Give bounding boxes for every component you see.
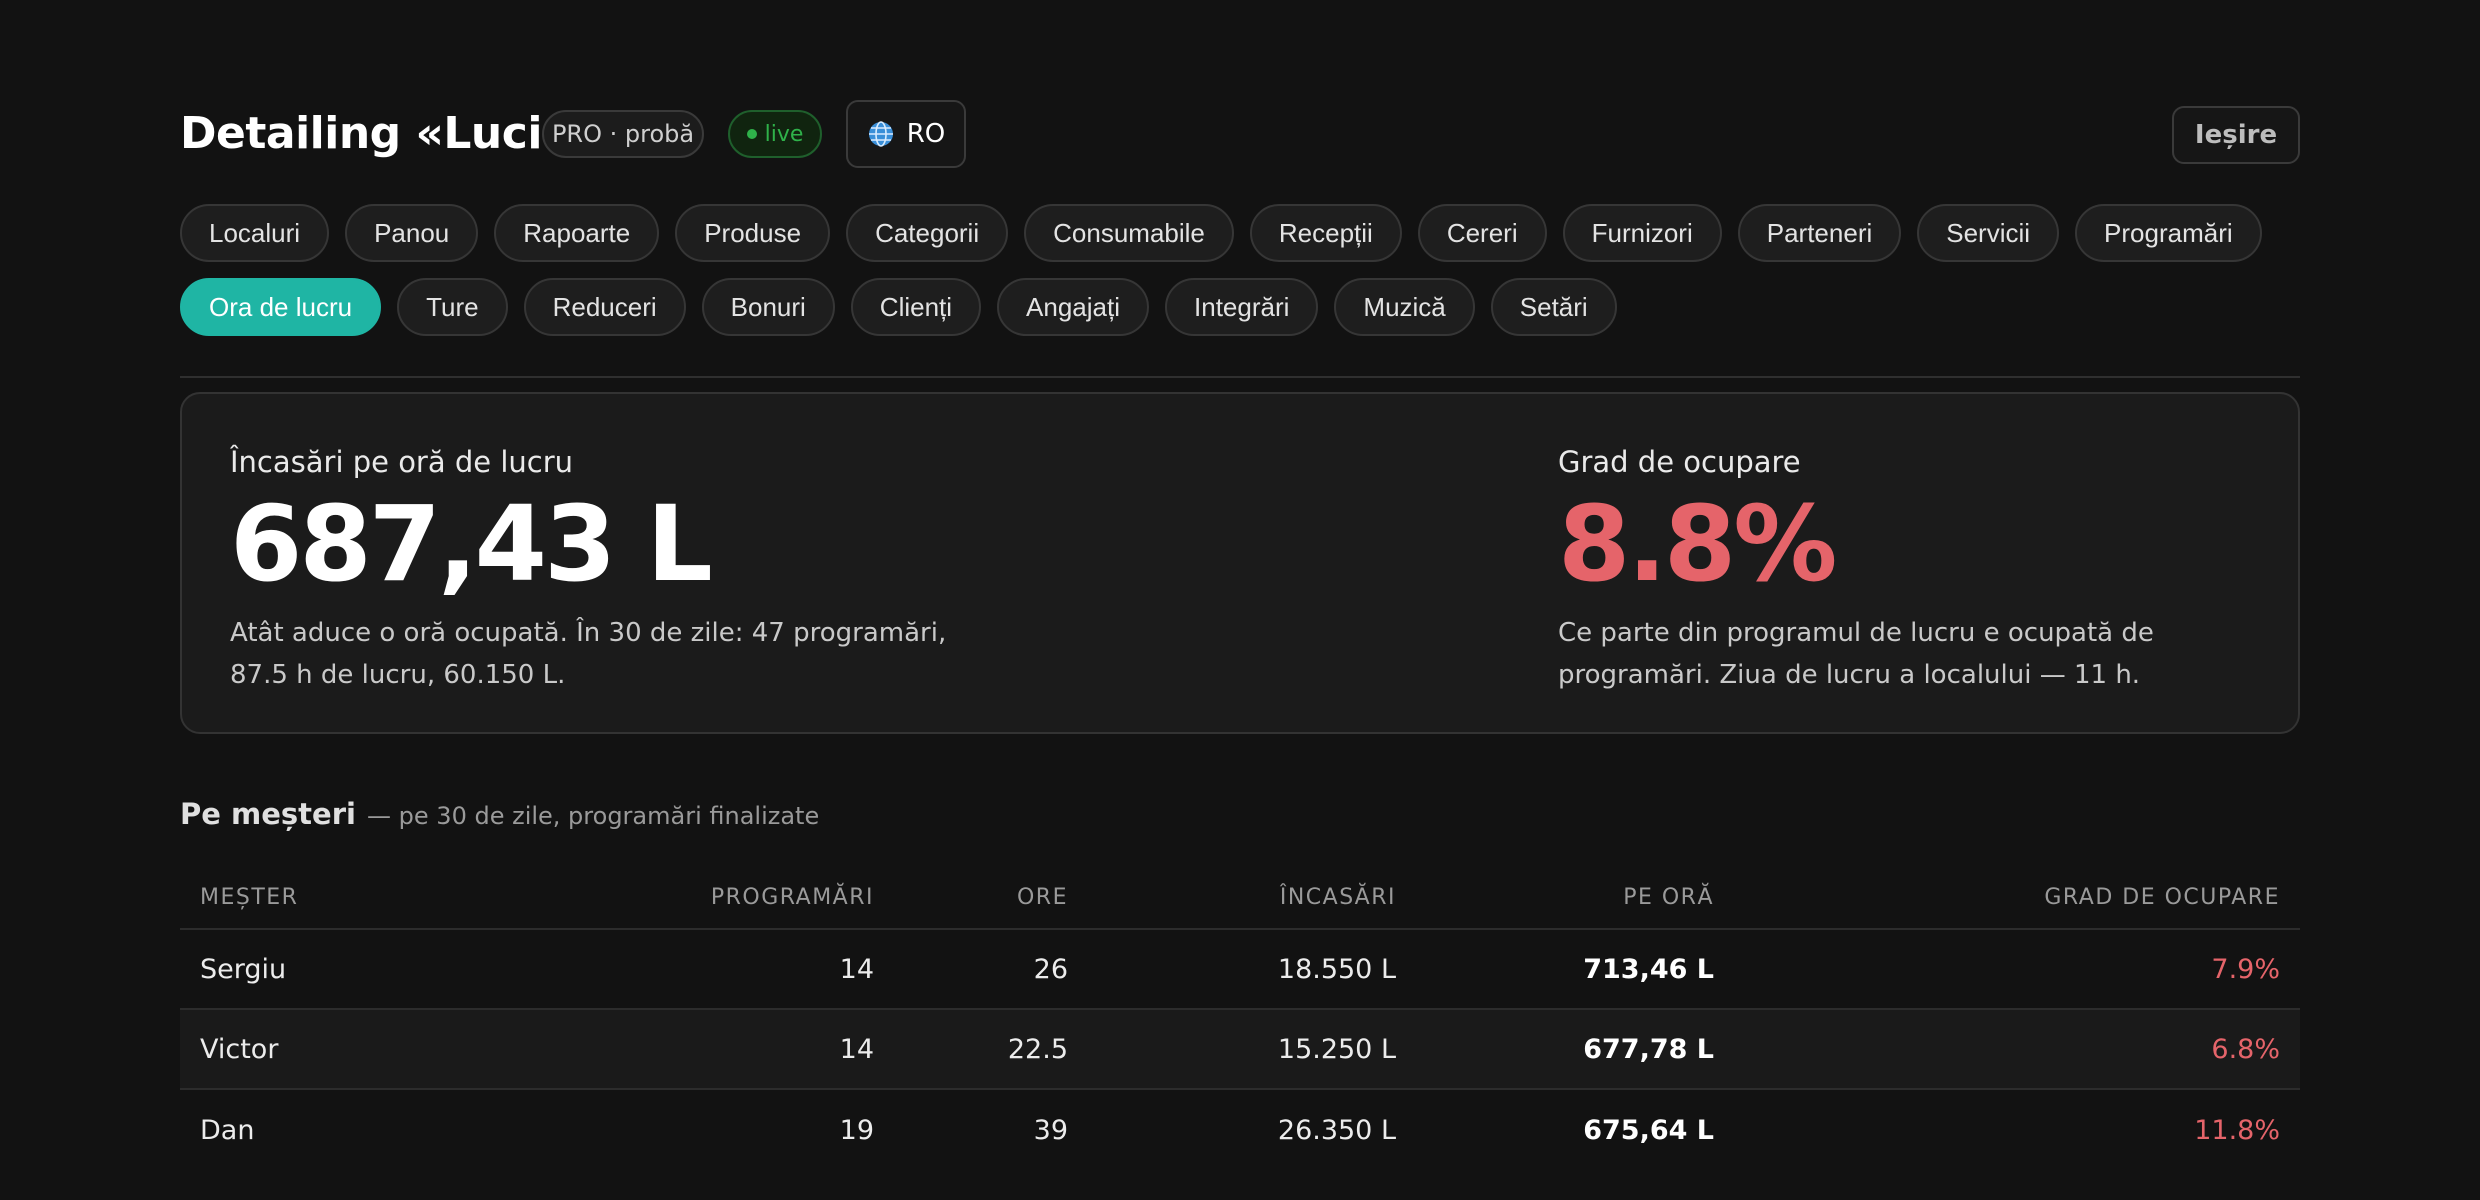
nav-item-ture[interactable]: Ture [397,278,508,336]
nav-item-integrari[interactable]: Integrări [1165,278,1319,336]
logout-button[interactable]: Ieșire [2172,106,2300,164]
nav-row-secondary: Ora de lucru Ture Reduceri Bonuri Clienț… [180,278,2300,336]
cell-appointments: 14 [839,953,874,985]
nav-item-parteneri[interactable]: Parteneri [1737,204,1902,262]
cell-occupancy: 7.9% [2211,953,2280,985]
nav-item-panou[interactable]: Panou [345,204,479,262]
nav-item-muzica[interactable]: Muzică [1334,278,1475,336]
nav-item-ora-de-lucru[interactable]: Ora de lucru [180,278,382,336]
cell-occupancy: 11.8% [2194,1114,2280,1146]
column-header-hours[interactable]: ORE [1017,866,1068,928]
metrics-card: Încasări pe oră de lucru 687,43 L Atât a… [180,392,2300,734]
table-row[interactable]: Dan 19 39 26.350 L 675,64 L 11.8% [180,1090,2300,1170]
nav-item-furnizori[interactable]: Furnizori [1562,204,1722,262]
metric-value: 8.8% [1558,483,1837,605]
masters-table: MEȘTER PROGRAMĂRI ORE ÎNCASĂRI PE ORĂ GR… [180,866,2300,1170]
nav-item-angajati[interactable]: Angajați [997,278,1150,336]
metric-description-line: 87.5 h de lucru, 60.150 L. [230,660,566,690]
cell-revenue: 18.550 L [1277,953,1396,985]
live-label: live [764,121,804,147]
column-header-master[interactable]: MEȘTER [200,866,298,928]
table-header: MEȘTER PROGRAMĂRI ORE ÎNCASĂRI PE ORĂ GR… [180,866,2300,930]
cell-per-hour: 675,64 L [1583,1114,1714,1146]
plan-badge: PRO · probă [542,110,704,158]
cell-master: Victor [200,1033,279,1065]
column-header-per-hour[interactable]: PE ORĂ [1623,866,1714,928]
nav-item-produse[interactable]: Produse [675,204,831,262]
table-row[interactable]: Sergiu 14 26 18.550 L 713,46 L 7.9% [180,930,2300,1010]
metric-value: 687,43 L [230,483,713,605]
metric-description: Atât aduce o oră ocupată. În 30 de zile:… [230,612,990,696]
cell-master: Dan [200,1114,255,1146]
nav-item-consumabile[interactable]: Consumabile [1024,204,1234,262]
revenue-per-hour-metric: Încasări pe oră de lucru 687,43 L Atât a… [230,442,990,696]
cell-hours: 26 [1033,953,1068,985]
nav-item-localuri[interactable]: Localuri [180,204,330,262]
column-header-occupancy[interactable]: GRAD DE OCUPARE [2044,866,2280,928]
cell-appointments: 14 [839,1033,874,1065]
metric-description-line: programări. Ziua de lucru a localului — … [1558,660,2141,690]
header: Detailing «Luciu» PRO · probă live RO Ie… [180,100,2300,168]
cell-hours: 22.5 [1007,1033,1068,1065]
table-row[interactable]: Victor 14 22.5 15.250 L 677,78 L 6.8% [180,1010,2300,1090]
cell-hours: 39 [1033,1114,1068,1146]
language-button[interactable]: RO [846,100,966,168]
nav-item-setari[interactable]: Setări [1490,278,1617,336]
cell-revenue: 15.250 L [1277,1033,1396,1065]
cell-master: Sergiu [200,953,287,985]
nav-row-primary: Localuri Panou Rapoarte Produse Categori… [180,204,2300,262]
section-title: Pe meșteri — pe 30 de zile, programări f… [180,794,819,839]
column-header-appointments[interactable]: PROGRAMĂRI [711,866,874,928]
nav-item-reduceri[interactable]: Reduceri [523,278,686,336]
metric-description-line: Ce parte din programul de lucru e ocupat… [1558,618,2154,648]
nav-item-cereri[interactable]: Cereri [1417,204,1547,262]
nav-item-servicii[interactable]: Servicii [1917,204,2060,262]
globe-icon [868,121,893,147]
section-heading: Pe meșteri [180,797,356,831]
nav-item-bonuri[interactable]: Bonuri [701,278,835,336]
cell-occupancy: 6.8% [2211,1033,2280,1065]
nav-item-categorii[interactable]: Categorii [846,204,1009,262]
page: Detailing «Luciu» PRO · probă live RO Ie… [180,0,2300,1200]
cell-appointments: 19 [839,1114,874,1146]
nav-item-rapoarte[interactable]: Rapoarte [494,204,660,262]
nav-item-programari[interactable]: Programări [2075,204,2262,262]
metric-label: Încasări pe oră de lucru [230,445,574,479]
metric-description: Ce parte din programul de lucru e ocupat… [1558,612,2218,696]
divider [180,376,2300,378]
cell-per-hour: 713,46 L [1583,953,1714,985]
occupancy-metric: Grad de ocupare 8.8% Ce parte din progra… [1558,442,2218,696]
metric-description-line: Atât aduce o oră ocupată. În 30 de zile:… [230,618,947,648]
column-header-revenue[interactable]: ÎNCASĂRI [1280,866,1396,928]
live-badge: live [728,110,822,158]
page-title: Detailing «Luciu» [180,108,601,159]
section-subtitle: — pe 30 de zile, programări finalizate [367,802,820,830]
language-label: RO [906,119,946,149]
metric-label: Grad de ocupare [1558,445,1801,479]
cell-per-hour: 677,78 L [1583,1033,1714,1065]
dot-icon [746,129,757,139]
nav-item-receptii[interactable]: Recepții [1249,204,1402,262]
nav-item-clienti[interactable]: Clienți [850,278,982,336]
cell-revenue: 26.350 L [1277,1114,1396,1146]
